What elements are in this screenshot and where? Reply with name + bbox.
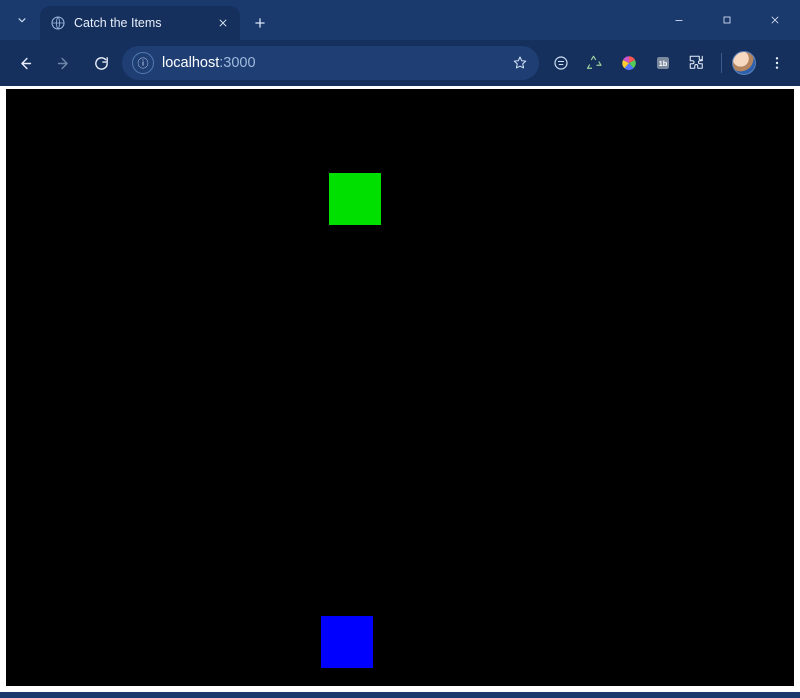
window-maximize-button[interactable]	[704, 4, 750, 36]
url-port: :3000	[219, 55, 255, 71]
extensions-button[interactable]	[683, 49, 711, 77]
arrow-right-icon	[55, 55, 72, 72]
square-badge-icon: 1b	[654, 54, 672, 72]
url-text: localhost:3000	[162, 55, 501, 71]
arrow-left-icon	[17, 55, 34, 72]
site-info-button[interactable]: ⓘ	[132, 52, 154, 74]
chevron-down-icon	[15, 13, 29, 27]
browser-toolbar: ⓘ localhost:3000 1b	[0, 40, 800, 86]
star-icon	[512, 55, 528, 71]
tab-search-button[interactable]	[8, 6, 36, 34]
close-icon	[769, 14, 781, 26]
back-button[interactable]	[8, 46, 42, 80]
color-extension-icon[interactable]	[615, 49, 643, 77]
close-icon	[218, 18, 228, 28]
plus-icon	[253, 16, 267, 30]
new-tab-button[interactable]	[246, 9, 274, 37]
reload-button[interactable]	[84, 46, 118, 80]
profile-avatar[interactable]	[732, 51, 756, 75]
window-close-button[interactable]	[752, 4, 798, 36]
url-host: localhost	[162, 55, 219, 71]
recycle-extension-icon[interactable]	[581, 49, 609, 77]
falling-item	[329, 173, 381, 225]
bookmark-button[interactable]	[509, 52, 531, 74]
game-canvas[interactable]	[6, 89, 794, 686]
translate-extension-icon[interactable]	[547, 49, 575, 77]
color-fan-icon	[620, 54, 638, 72]
separator	[721, 53, 722, 73]
extensions-row: 1b	[543, 48, 792, 78]
window-minimize-button[interactable]	[656, 4, 702, 36]
recycle-icon	[586, 54, 604, 72]
player-paddle[interactable]	[321, 616, 373, 668]
reload-icon	[93, 55, 110, 72]
address-bar[interactable]: ⓘ localhost:3000	[122, 46, 539, 80]
window-bottom-border	[0, 692, 800, 698]
adblock-extension-icon[interactable]: 1b	[649, 49, 677, 77]
globe-icon	[50, 15, 66, 31]
puzzle-icon	[688, 54, 706, 72]
tab-title: Catch the Items	[74, 16, 206, 30]
browser-tab-active[interactable]: Catch the Items	[40, 6, 240, 40]
maximize-icon	[721, 14, 733, 26]
kebab-icon	[769, 55, 785, 71]
tab-close-button[interactable]	[214, 14, 232, 32]
forward-button[interactable]	[46, 46, 80, 80]
svg-text:1b: 1b	[659, 59, 668, 68]
translate-icon	[552, 54, 570, 72]
chrome-menu-button[interactable]	[762, 48, 792, 78]
window-controls	[656, 0, 800, 40]
page-viewport	[0, 86, 800, 692]
minimize-icon	[673, 14, 685, 26]
